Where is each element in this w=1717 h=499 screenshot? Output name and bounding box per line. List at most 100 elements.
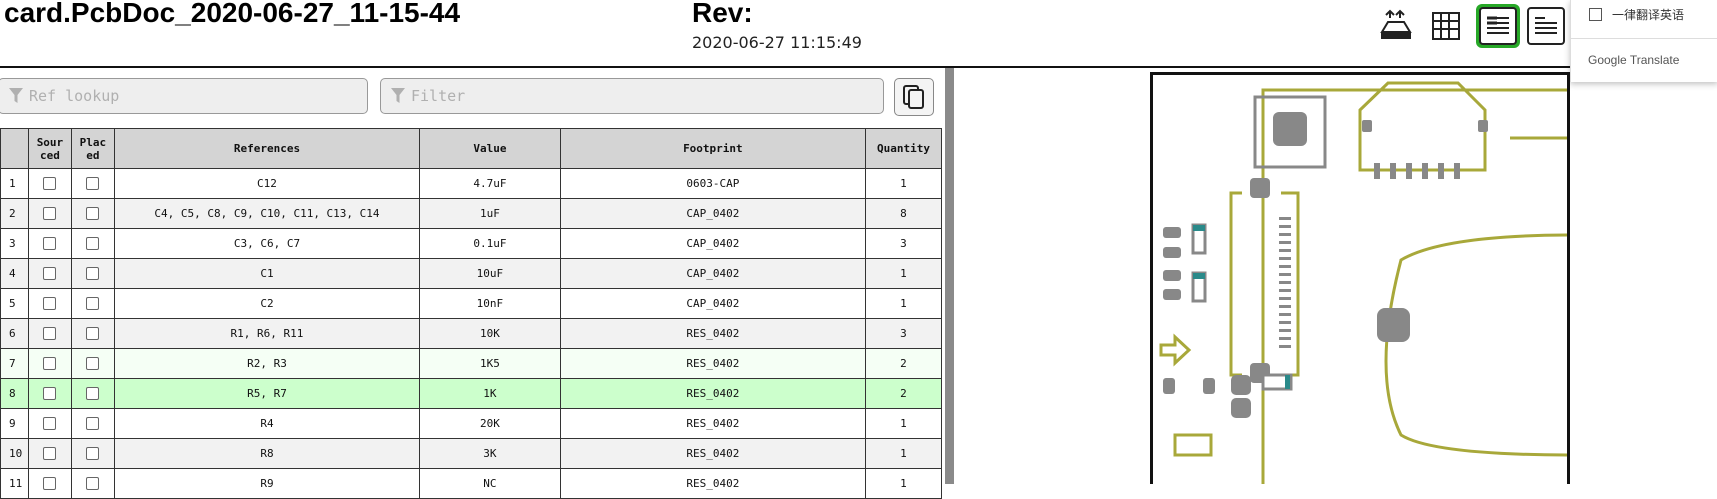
row-value: 0.1uF (419, 228, 561, 259)
sourced-checkbox[interactable] (43, 327, 57, 341)
header-quantity[interactable]: Quantity (864, 128, 943, 169)
pcb-front-view[interactable] (1150, 72, 1570, 484)
row-value: 20K (419, 408, 561, 439)
row-references: C3, C6, C7 (113, 228, 421, 259)
google-translate-brand: Google Translate (1588, 53, 1680, 67)
header-value[interactable]: Value (419, 128, 561, 169)
header-sourced[interactable]: Sour ced (27, 128, 72, 169)
placed-checkbox[interactable] (86, 207, 100, 221)
sourced-cell (27, 408, 72, 439)
panel-splitter[interactable] (945, 68, 954, 484)
grid-layout-button[interactable] (1424, 4, 1468, 48)
row-footprint: 0603-CAP (559, 168, 866, 199)
header-placed[interactable]: Plac ed (70, 128, 115, 169)
sourced-cell (27, 348, 72, 379)
row-references: R5, R7 (113, 378, 421, 409)
board-top-bottom-button[interactable] (1374, 4, 1418, 48)
row-footprint: RES_0402 (559, 408, 866, 439)
bom-row[interactable]: 6 R1, R6, R11 10K RES_0402 3 (0, 318, 943, 349)
copy-icon (903, 85, 924, 109)
sourced-checkbox[interactable] (43, 417, 57, 431)
placed-cell (70, 258, 115, 289)
bom-left-drawings-right-button[interactable] (1476, 4, 1520, 48)
row-references: R8 (113, 438, 421, 469)
placed-checkbox[interactable] (86, 297, 100, 311)
ref-lookup-placeholder: Ref lookup (29, 87, 120, 105)
row-number: 8 (0, 378, 29, 409)
row-footprint: RES_0402 (559, 438, 866, 469)
row-value: 1uF (419, 198, 561, 229)
row-footprint: RES_0402 (559, 348, 866, 379)
placed-checkbox[interactable] (86, 267, 100, 281)
bom-row[interactable]: 3 C3, C6, C7 0.1uF CAP_0402 3 (0, 228, 943, 259)
filter-icon (9, 88, 23, 103)
sourced-cell (27, 378, 72, 409)
placed-cell (70, 378, 115, 409)
sourced-cell (27, 198, 72, 229)
placed-checkbox[interactable] (86, 357, 100, 371)
row-references: R1, R6, R11 (113, 318, 421, 349)
placed-cell (70, 318, 115, 349)
bom-row[interactable]: 1 C12 4.7uF 0603-CAP 1 (0, 168, 943, 199)
placed-cell (70, 168, 115, 199)
bom-row[interactable]: 8 R5, R7 1K RES_0402 2 (0, 378, 943, 409)
always-translate-option[interactable]: 一律翻译英语 (1589, 6, 1684, 23)
filter-placeholder: Filter (411, 87, 466, 105)
sourced-checkbox[interactable] (43, 447, 57, 461)
bom-top-drawings-bottom-button[interactable] (1524, 4, 1568, 48)
row-references: C2 (113, 288, 421, 319)
placed-checkbox[interactable] (86, 237, 100, 251)
row-references: R4 (113, 408, 421, 439)
row-number: 5 (0, 288, 29, 319)
placed-checkbox[interactable] (86, 447, 100, 461)
grid-icon (1432, 12, 1460, 40)
row-value: 10nF (419, 288, 561, 319)
placed-cell (70, 288, 115, 319)
header-footprint[interactable]: Footprint (559, 128, 866, 169)
filter-input[interactable]: Filter (380, 78, 884, 114)
pcb-drawing (1159, 81, 1567, 484)
row-value: 1K (419, 378, 561, 409)
sourced-checkbox[interactable] (43, 207, 57, 221)
revision-label: Rev: (692, 0, 753, 28)
bom-row[interactable]: 2 C4, C5, C8, C9, C10, C11, C13, C14 1uF CA… (0, 198, 943, 229)
row-number: 2 (0, 198, 29, 229)
row-number: 3 (0, 228, 29, 259)
row-quantity: 2 (864, 348, 943, 379)
placed-checkbox[interactable] (86, 177, 100, 191)
sourced-checkbox[interactable] (43, 357, 57, 371)
sourced-checkbox[interactable] (43, 297, 57, 311)
row-number: 4 (0, 258, 29, 289)
bom-row[interactable]: 4 C1 10uF CAP_0402 1 (0, 258, 943, 289)
header-references[interactable]: References (113, 128, 421, 169)
ref-lookup-input[interactable]: Ref lookup (0, 78, 368, 114)
row-number: 1 (0, 168, 29, 199)
sourced-cell (27, 318, 72, 349)
row-footprint: RES_0402 (559, 318, 866, 349)
row-number: 6 (0, 318, 29, 349)
bom-row[interactable]: 7 R2, R3 1K5 RES_0402 2 (0, 348, 943, 379)
copy-bom-button[interactable] (894, 78, 934, 116)
row-quantity: 8 (864, 198, 943, 229)
always-translate-checkbox[interactable] (1589, 8, 1602, 21)
placed-checkbox[interactable] (86, 327, 100, 341)
sourced-checkbox[interactable] (43, 387, 57, 401)
header-number[interactable] (0, 128, 29, 169)
row-quantity: 1 (864, 258, 943, 289)
placed-checkbox[interactable] (86, 387, 100, 401)
row-footprint: RES_0402 (559, 378, 866, 409)
bom-row[interactable]: 9 R4 20K RES_0402 1 (0, 408, 943, 439)
placed-cell (70, 438, 115, 469)
bom-row[interactable]: 10 R8 3K RES_0402 1 (0, 438, 943, 469)
revision-date: 2020-06-27 11:15:49 (692, 33, 862, 52)
popup-divider (1571, 38, 1717, 39)
bom-row[interactable]: 5 C2 10nF CAP_0402 1 (0, 288, 943, 319)
sourced-checkbox[interactable] (43, 177, 57, 191)
row-quantity: 2 (864, 378, 943, 409)
sourced-checkbox[interactable] (43, 267, 57, 281)
row-number: 10 (0, 438, 29, 469)
sourced-checkbox[interactable] (43, 237, 57, 251)
sourced-cell (27, 438, 72, 469)
row-value: 4.7uF (419, 168, 561, 199)
placed-checkbox[interactable] (86, 417, 100, 431)
